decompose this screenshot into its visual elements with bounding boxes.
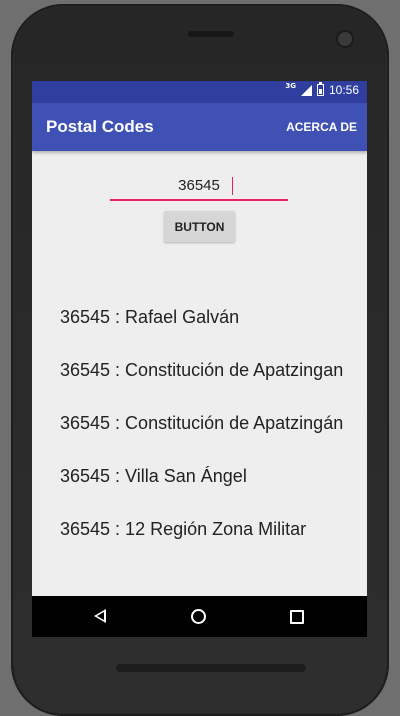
- earpiece-speaker: [188, 31, 234, 37]
- status-bar: 3G 10:56: [32, 81, 367, 103]
- postal-code-input[interactable]: [110, 173, 288, 197]
- text-cursor: [232, 177, 233, 195]
- network-type-label: 3G: [285, 82, 296, 90]
- navigation-bar: [32, 596, 367, 637]
- app-screen: 3G 10:56 Postal Codes ACERCA DE BUTTON 3…: [32, 81, 367, 637]
- results-list[interactable]: 36545 : Rafael Galván 36545 : Constituci…: [60, 306, 360, 571]
- list-item[interactable]: 36545 : Constitución de Apatzingán: [60, 412, 360, 434]
- postal-code-field[interactable]: [110, 173, 288, 201]
- battery-icon: [316, 82, 324, 96]
- signal-icon: [300, 84, 312, 96]
- app-title: Postal Codes: [46, 117, 154, 136]
- status-time: 10:56: [328, 83, 359, 97]
- front-camera: [336, 30, 354, 48]
- search-button[interactable]: BUTTON: [164, 211, 235, 242]
- bottom-speaker: [116, 664, 306, 672]
- recents-icon[interactable]: [290, 610, 304, 624]
- list-item[interactable]: 36545 : Rafael Galván: [60, 306, 360, 328]
- home-icon[interactable]: [191, 609, 206, 624]
- list-item[interactable]: 36545 : Villa San Ángel: [60, 465, 360, 487]
- about-action[interactable]: ACERCA DE: [286, 120, 357, 134]
- list-item[interactable]: 36545 : Constitución de Apatzingan: [60, 359, 360, 381]
- list-item[interactable]: 36545 : 12 Región Zona Militar: [60, 518, 360, 540]
- app-bar: Postal Codes ACERCA DE: [32, 103, 367, 151]
- back-icon[interactable]: [94, 609, 106, 623]
